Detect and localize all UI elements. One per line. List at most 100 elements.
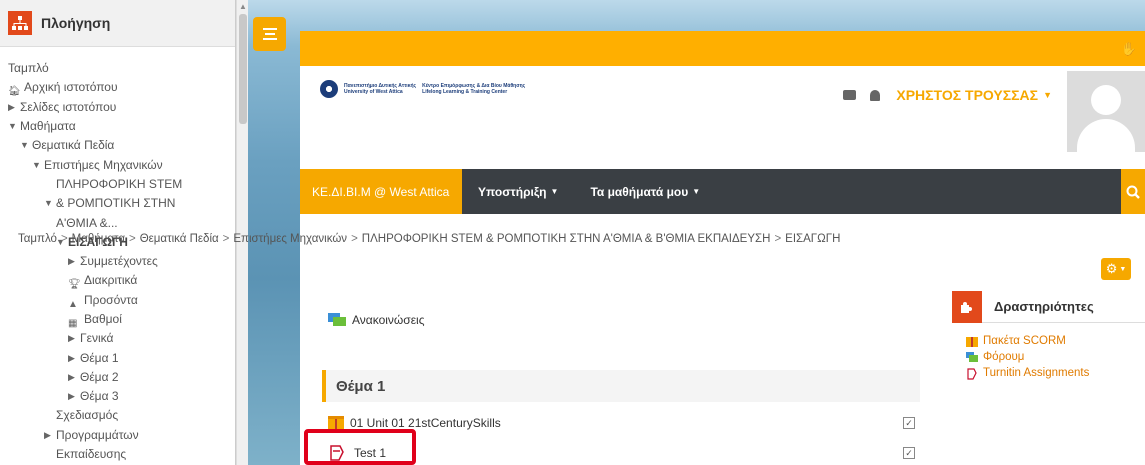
breadcrumb-item[interactable]: Θεματικά Πεδία [140,233,219,245]
activity-type-turnitin[interactable]: Turnitin Assignments [966,365,1145,381]
my-courses-menu-label: Τα μαθήματά μου [590,184,689,199]
nav-item-label: Θέμα 2 [80,369,119,384]
breadcrumb-item[interactable]: ΕΙΣΑΓΩΓΗ [785,233,840,245]
my-courses-menu[interactable]: Τα μαθήματά μου ▼ [574,169,716,214]
nav-item[interactable]: ▶ Προγραμμάτων [0,426,235,445]
nav-item[interactable]: ▼ Θεματικά Πεδία [0,136,235,155]
nav-item[interactable]: 🏠︎ Αρχική ιστοτόπου [0,78,235,97]
nav-item-label: Θέμα 1 [80,350,119,365]
activity-type-forum[interactable]: Φόρουμ [966,349,1145,365]
section-title: Θέμα 1 [322,370,920,402]
support-menu[interactable]: Υποστήριξη ▼ [462,169,574,214]
breadcrumb-item[interactable]: ΠΛΗΡΟΦΟΡΙΚΗ STEM & ΡΟΜΠΟΤΙΚΗ ΣΤΗΝ Α'ΘΜΙΑ… [362,233,771,245]
nav-item[interactable]: Σχεδιασμός [0,406,235,425]
navigation-tree: Ταμπλό 🏠︎ Αρχική ιστοτόπου ▶ Σελίδες ιστοτόπ… [0,47,235,464]
support-menu-label: Υποστήριξη [478,184,547,199]
nav-item[interactable]: ▶ Συμμετέχοντες [0,252,235,271]
nav-item[interactable]: Ταμπλό [0,59,235,78]
scorm-package-icon [966,336,978,347]
trophy-icon: 🏆︎ [68,279,81,291]
site-logo[interactable]: Πανεπιστήμιο Δυτικής Αττικής University … [320,80,525,98]
nav-item-label: Θεματικά Πεδία [32,138,115,153]
chevron-down-icon: ▼ [550,187,559,196]
logo-line-2: University of West Attica [344,89,403,95]
main-navbar: ΚΕ.ΔΙ.ΒΙ.Μ @ West Attica Υποστήριξη ▼ Τα … [300,169,1145,214]
turnitin-activity[interactable]: Test 1 ✓ [328,444,920,462]
announcements-activity[interactable]: Ανακοινώσεις [328,313,425,327]
user-menu[interactable]: ΧΡΗΣΤΟΣ ΤΡΟΥΣΣΑΣ ▼ [843,87,1052,103]
caret-right-icon[interactable]: ▶ [8,98,20,117]
messages-icon[interactable] [843,90,857,100]
search-button[interactable] [1121,169,1145,214]
nav-item[interactable]: ▶ Σελίδες ιστοτόπου [0,98,235,117]
chevron-down-icon[interactable]: ▼ [1043,90,1052,100]
nav-item[interactable]: ▼ Επιστήμες Μηχανικών [0,155,235,174]
scroll-up-icon[interactable]: ▲ [239,2,247,11]
user-name[interactable]: ΧΡΗΣΤΟΣ ΤΡΟΥΣΣΑΣ [896,87,1038,103]
breadcrumb-item[interactable]: Μαθήματα [72,233,125,245]
nav-item[interactable]: ΠΛΗΡΟΦΟΡΙΚΗ STEM [0,175,235,194]
nav-item[interactable]: Α'ΘΜΙΑ &... [0,213,235,232]
nav-item[interactable]: ▦ Βαθμοί [0,310,235,329]
breadcrumb-separator: > [60,233,68,245]
nav-item[interactable]: ▼ & ΡΟΜΠΟΤΙΚΗ ΣΤΗΝ [0,194,235,213]
notifications-icon[interactable] [870,89,881,101]
forum-icon [328,313,346,327]
caret-right-icon[interactable]: ▶ [44,426,56,445]
nav-item-label: Ταμπλό [8,61,49,76]
nav-item-label: Βαθμοί [84,312,122,326]
activities-block-header: Δραστηριότητες [952,290,1145,323]
nav-item[interactable]: 🏆︎ Διακριτικά [0,271,235,290]
course-settings-button[interactable]: ⚙ ▼ [1101,258,1131,280]
caret-down-icon[interactable]: ▼ [20,136,32,155]
scrollbar-thumb[interactable] [239,14,247,124]
nav-item-label: Αρχική ιστοτόπου [24,80,118,95]
caret-right-icon[interactable]: ▶ [68,252,80,271]
activity-type-label[interactable]: Πακέτα SCORM [983,335,1066,347]
nav-item-label: & ΡΟΜΠΟΤΙΚΗ ΣΤΗΝ [56,196,176,211]
breadcrumb-item[interactable]: Επιστήμες Μηχανικών [233,233,347,245]
nav-item[interactable]: ▶ Θέμα 2 [0,368,235,387]
breadcrumb-separator: > [774,233,782,245]
scorm-package-icon [328,416,344,430]
gear-icon: ⚙ [1105,261,1118,276]
highlight-box [304,429,416,465]
completion-checkbox[interactable]: ✓ [903,417,915,429]
nav-item[interactable]: Εκπαίδευσης [0,445,235,464]
avatar[interactable] [1067,71,1145,152]
university-emblem-icon [320,80,338,98]
top-bar: ✋ [300,31,1145,66]
puzzle-icon [952,290,982,323]
activity-link[interactable]: 01 Unit 01 21stCenturySkills [350,416,501,430]
site-brand-link[interactable]: ΚΕ.ΔΙ.ΒΙ.Μ @ West Attica [300,169,462,214]
activity-type-scorm[interactable]: Πακέτα SCORM [966,333,1145,349]
nav-item[interactable]: ▼ Μαθήματα [0,117,235,136]
drawer-toggle-button[interactable] [253,17,286,51]
nav-item[interactable]: ▶ Θέμα 3 [0,387,235,406]
caret-down-icon[interactable]: ▼ [44,194,56,213]
nav-item[interactable]: ▲ Προσόντα [0,291,235,310]
caret-down-icon[interactable]: ▼ [32,156,44,175]
nav-item-label: Εκπαίδευσης [56,447,127,462]
scorm-activity[interactable]: 01 Unit 01 21stCenturySkills ✓ [328,416,920,430]
announcements-link[interactable]: Ανακοινώσεις [352,313,425,327]
activity-type-label[interactable]: Φόρουμ [983,351,1024,363]
nav-item-label: Α'ΘΜΙΑ &... [56,215,118,230]
caret-right-icon[interactable]: ▶ [68,368,80,387]
nav-item-label: Προσόντα [84,292,138,307]
caret-down-icon[interactable]: ▼ [8,117,20,136]
nav-item-label: Σχεδιασμός [56,408,119,423]
caret-right-icon[interactable]: ▶ [68,387,80,406]
activity-type-label[interactable]: Turnitin Assignments [983,367,1089,379]
nav-item[interactable]: ▶ Γενικά [0,329,235,348]
competency-icon: ▲ [68,298,78,310]
caret-right-icon[interactable]: ▶ [68,329,80,348]
completion-checkbox[interactable]: ✓ [903,447,915,459]
page-header: Πανεπιστήμιο Δυτικής Αττικής University … [300,66,1145,169]
caret-right-icon[interactable]: ▶ [68,349,80,368]
nav-item[interactable]: ▶ Θέμα 1 [0,348,235,367]
chevron-down-icon: ▼ [1119,265,1127,273]
breadcrumb-item[interactable]: Ταμπλό [18,233,57,245]
hand-icon[interactable]: ✋ [1121,41,1137,57]
grades-icon: ▦ [68,318,78,329]
